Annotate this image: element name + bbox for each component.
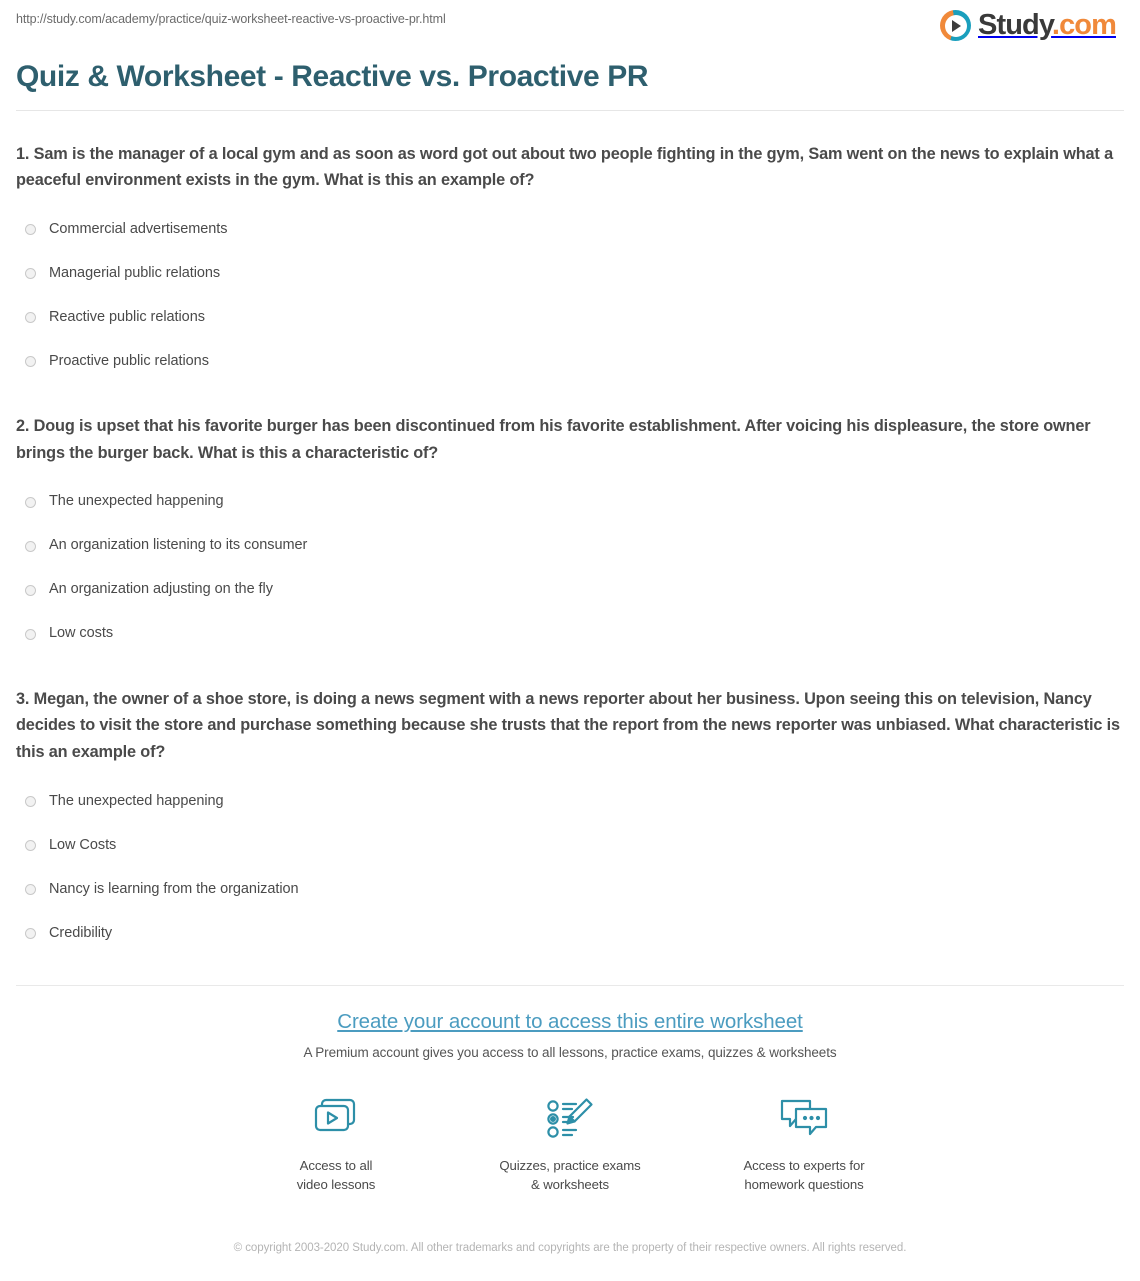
feature-label: Access to all video lessons bbox=[296, 1158, 376, 1193]
page-header: http://study.com/academy/practice/quiz-w… bbox=[0, 0, 1140, 56]
option-label: Nancy is learning from the organization bbox=[49, 880, 299, 897]
option-row[interactable]: An organization adjusting on the fly bbox=[16, 568, 1124, 612]
option-row[interactable]: Proactive public relations bbox=[16, 339, 1124, 383]
title-divider bbox=[16, 109, 1124, 111]
radio-button-icon[interactable] bbox=[25, 267, 36, 279]
create-account-link[interactable]: Create your account to access this entir… bbox=[337, 1010, 803, 1033]
option-label: An organization adjusting on the fly bbox=[49, 581, 273, 598]
brand-suffix-text: .com bbox=[1051, 9, 1117, 41]
option-row[interactable]: Managerial public relations bbox=[16, 251, 1124, 295]
feature-quizzes: Quizzes, practice exams & worksheets bbox=[495, 1092, 645, 1194]
feature-video-lessons: Access to all video lessons bbox=[261, 1092, 411, 1194]
radio-button-icon[interactable] bbox=[25, 584, 36, 596]
option-label: The unexpected happening bbox=[49, 792, 224, 809]
play-circle-icon bbox=[940, 10, 971, 41]
options-list-3: The unexpected happening Low Costs Nancy… bbox=[16, 779, 1124, 955]
quiz-worksheet-icon bbox=[542, 1092, 598, 1146]
radio-button-icon[interactable] bbox=[25, 927, 36, 939]
options-list-1: Commercial advertisements Managerial pub… bbox=[16, 207, 1124, 383]
radio-button-icon[interactable] bbox=[25, 540, 36, 552]
option-row[interactable]: Nancy is learning from the organization bbox=[16, 867, 1124, 911]
option-label: Low Costs bbox=[49, 836, 117, 853]
option-label: Commercial advertisements bbox=[49, 220, 228, 237]
option-label: Credibility bbox=[49, 924, 113, 941]
worksheet-content: 1. Sam is the manager of a local gym and… bbox=[0, 141, 1140, 956]
copyright-text: © copyright 2003-2020 Study.com. All oth… bbox=[233, 1241, 907, 1254]
question-text-2: 2. Doug is upset that his favorite burge… bbox=[16, 417, 1091, 462]
option-row[interactable]: Commercial advertisements bbox=[16, 207, 1124, 251]
study-com-logo[interactable]: Study.com bbox=[940, 10, 1124, 41]
radio-button-icon[interactable] bbox=[25, 355, 36, 367]
option-label: Reactive public relations bbox=[49, 308, 205, 325]
question-block-2: 2. Doug is upset that his favorite burge… bbox=[16, 413, 1124, 656]
option-label: An organization listening to its consume… bbox=[49, 537, 308, 554]
page-title: Quiz & Worksheet - Reactive vs. Proactiv… bbox=[16, 60, 649, 93]
url-bar: http://study.com/academy/practice/quiz-w… bbox=[16, 12, 446, 26]
cta-subheading: A Premium account gives you access to al… bbox=[303, 1045, 837, 1061]
video-lessons-icon bbox=[308, 1092, 364, 1146]
chat-bubbles-icon bbox=[776, 1092, 832, 1146]
radio-button-icon[interactable] bbox=[25, 795, 36, 807]
title-section: Quiz & Worksheet - Reactive vs. Proactiv… bbox=[0, 56, 1140, 96]
question-block-3: 3. Megan, the owner of a shoe store, is … bbox=[16, 686, 1124, 955]
option-row[interactable]: Low Costs bbox=[16, 823, 1124, 867]
options-list-2: The unexpected happening An organization… bbox=[16, 480, 1124, 656]
option-row[interactable]: An organization listening to its consume… bbox=[16, 524, 1124, 568]
feature-label: Access to experts for homework questions bbox=[743, 1158, 865, 1193]
radio-button-icon[interactable] bbox=[25, 311, 36, 323]
radio-button-icon[interactable] bbox=[25, 839, 36, 851]
option-label: Proactive public relations bbox=[49, 352, 209, 369]
create-account-cta: Create your account to access this entir… bbox=[0, 986, 1140, 1257]
radio-button-icon[interactable] bbox=[25, 883, 36, 895]
brand-wordmark: Study.com bbox=[978, 9, 1117, 41]
option-row[interactable]: The unexpected happening bbox=[16, 779, 1124, 823]
option-label: The unexpected happening bbox=[49, 493, 224, 510]
question-text-1: 1. Sam is the manager of a local gym and… bbox=[16, 144, 1113, 189]
feature-label: Quizzes, practice exams & worksheets bbox=[499, 1158, 641, 1193]
radio-button-icon[interactable] bbox=[25, 496, 36, 508]
option-row[interactable]: Low costs bbox=[16, 612, 1124, 656]
option-label: Managerial public relations bbox=[49, 264, 221, 281]
feature-expert-help: Access to experts for homework questions bbox=[729, 1092, 879, 1194]
radio-button-icon[interactable] bbox=[25, 628, 36, 640]
brand-name-text: Study bbox=[978, 9, 1053, 41]
option-row[interactable]: The unexpected happening bbox=[16, 480, 1124, 524]
question-text-3: 3. Megan, the owner of a shoe store, is … bbox=[16, 690, 1120, 761]
radio-button-icon[interactable] bbox=[25, 223, 36, 235]
option-label: Low costs bbox=[49, 625, 114, 642]
option-row[interactable]: Reactive public relations bbox=[16, 295, 1124, 339]
option-row[interactable]: Credibility bbox=[16, 911, 1124, 955]
feature-list: Access to all video lessons Quizzes, pra… bbox=[0, 1092, 1140, 1194]
question-block-1: 1. Sam is the manager of a local gym and… bbox=[16, 141, 1124, 384]
